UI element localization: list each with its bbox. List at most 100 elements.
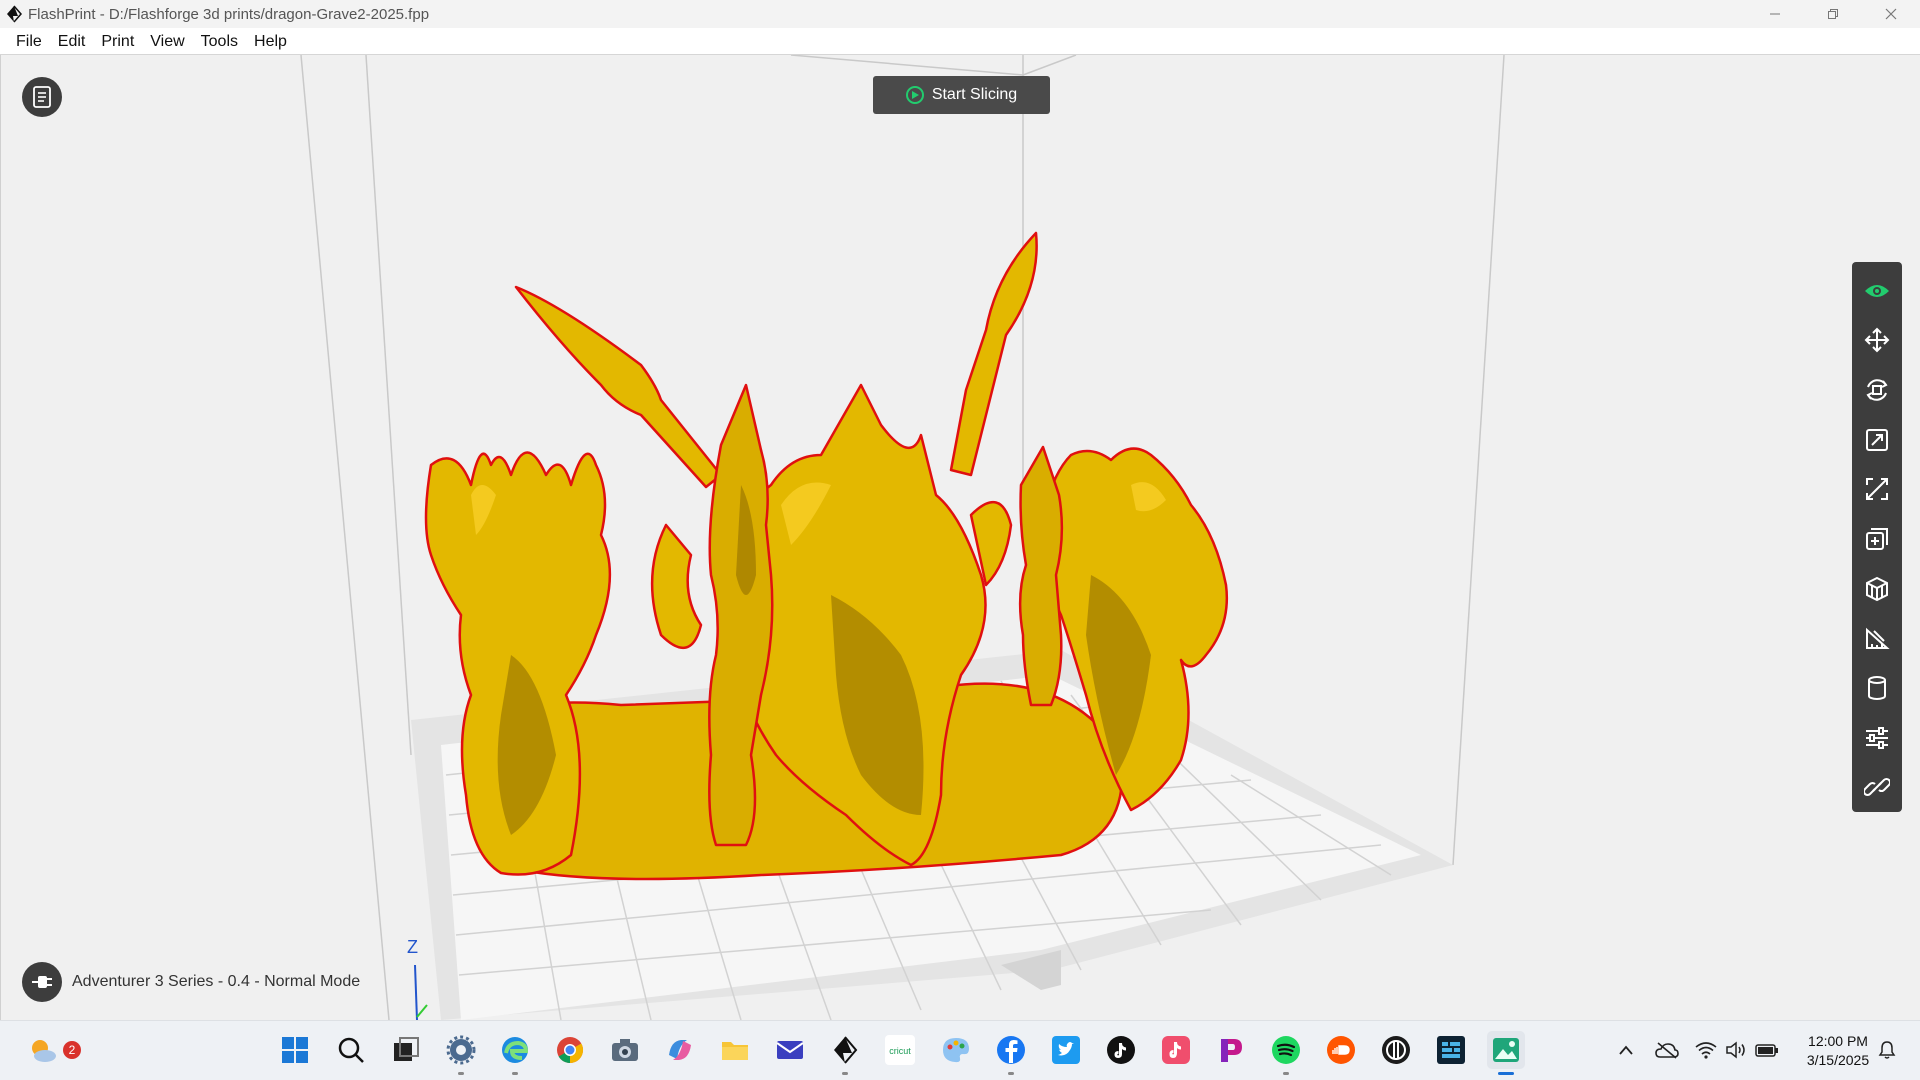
dark-app-icon [1437, 1036, 1465, 1064]
tool-view-button[interactable] [1852, 266, 1902, 316]
taskbar-tiktok[interactable] [1102, 1031, 1140, 1069]
machine-info-label: Adventurer 3 Series - 0.4 - Normal Mode [72, 973, 361, 990]
right-toolbar [1852, 262, 1902, 812]
taskbar-cricut[interactable]: cricut [881, 1031, 919, 1069]
camera-icon [612, 1039, 638, 1061]
taskbar-chrome[interactable] [551, 1031, 589, 1069]
menu-view[interactable]: View [142, 28, 192, 55]
tool-extrude-button[interactable] [1852, 514, 1902, 564]
window-title: FlashPrint - D:/Flashforge 3d prints/dra… [28, 5, 430, 23]
taskbar-edge[interactable] [496, 1031, 534, 1075]
link-icon [1864, 778, 1890, 797]
palette-icon [943, 1038, 969, 1063]
tool-support-button[interactable] [1852, 564, 1902, 614]
facebook-icon [997, 1036, 1025, 1064]
menu-edit[interactable]: Edit [50, 28, 94, 55]
taskbar-start[interactable] [276, 1031, 314, 1069]
taskbar-picsart[interactable] [1212, 1031, 1250, 1069]
eye-icon [1865, 284, 1889, 297]
plug-icon [32, 976, 52, 988]
tool-settings-button[interactable] [1852, 713, 1902, 763]
tray-notifications[interactable] [1872, 1035, 1902, 1065]
weather-icon [32, 1040, 56, 1062]
search-icon [338, 1037, 364, 1063]
taskbar-task-view[interactable] [387, 1031, 425, 1069]
flashprint-icon [834, 1036, 858, 1064]
tool-scale-button[interactable] [1852, 415, 1902, 465]
circle-app-icon [1382, 1036, 1410, 1064]
taskbar: 2 cricut 12:00 PM 3/15/2025 [0, 1020, 1920, 1080]
taskbar-settings[interactable] [442, 1031, 480, 1075]
measure-icon [1866, 628, 1890, 650]
running-indicator [1008, 1072, 1014, 1075]
task-view-icon [394, 1037, 419, 1061]
taskbar-copilot[interactable] [661, 1031, 699, 1069]
taskbar-mail[interactable] [771, 1031, 809, 1069]
taskbar-twitter[interactable] [1047, 1031, 1085, 1069]
tray-overflow-button[interactable] [1612, 1035, 1640, 1065]
restore-button[interactable] [1804, 0, 1862, 28]
tray-wifi[interactable] [1692, 1035, 1720, 1065]
copilot-icon [669, 1040, 691, 1060]
machine-info: Adventurer 3 Series - 0.4 - Normal Mode [22, 962, 360, 1002]
tray-battery[interactable] [1752, 1035, 1782, 1065]
taskbar-file-explorer[interactable] [716, 1031, 754, 1069]
play-icon [905, 86, 924, 104]
taskbar-tiktok-2[interactable] [1157, 1031, 1195, 1069]
soundcloud-icon [1327, 1036, 1355, 1064]
weather-badge: 2 [63, 1041, 81, 1059]
build-volume-scene: Z [300, 55, 1505, 1020]
tray-volume[interactable] [1722, 1035, 1750, 1065]
document-icon [33, 86, 51, 108]
tray-onedrive[interactable] [1652, 1035, 1682, 1065]
cut-icon [1866, 478, 1888, 501]
menu-help[interactable]: Help [246, 28, 295, 55]
rotate-icon [1866, 379, 1888, 401]
taskbar-paint[interactable] [937, 1031, 975, 1069]
tool-rotate-button[interactable] [1852, 365, 1902, 415]
taskbar-photos[interactable] [1487, 1031, 1525, 1075]
cylinder-icon [1868, 675, 1886, 700]
taskbar-soundcloud[interactable] [1322, 1031, 1360, 1069]
photos-icon [1493, 1038, 1519, 1062]
start-slicing-button[interactable]: Start Slicing [873, 76, 1050, 114]
picsart-icon [1221, 1039, 1242, 1062]
axis-z-label: Z [407, 937, 418, 957]
close-button[interactable] [1862, 0, 1920, 28]
menu-print[interactable]: Print [93, 28, 142, 55]
3d-viewport[interactable]: Z Start Slicing Adventurer 3 Series - 0.… [0, 55, 1920, 1020]
weather-widget[interactable]: 2 [23, 1031, 81, 1069]
taskbar-app-circle[interactable] [1377, 1031, 1415, 1069]
taskbar-facebook[interactable] [992, 1031, 1030, 1075]
axis-indicator: Z [407, 937, 428, 1020]
machine-button[interactable] [22, 962, 62, 1002]
tool-link-button[interactable] [1852, 762, 1902, 812]
running-indicator [512, 1072, 518, 1075]
taskbar-spotify[interactable] [1267, 1031, 1305, 1075]
tiktok-icon [1107, 1036, 1135, 1064]
wifi-icon [1695, 1042, 1717, 1059]
taskbar-flashprint[interactable] [826, 1031, 864, 1075]
tool-measure-button[interactable] [1852, 613, 1902, 663]
taskbar-app-dark[interactable] [1432, 1031, 1470, 1069]
running-indicator [1498, 1072, 1514, 1075]
taskbar-search[interactable] [332, 1031, 370, 1069]
notes-button[interactable] [22, 77, 62, 117]
menu-file[interactable]: File [8, 28, 50, 55]
minimize-icon [1770, 13, 1780, 15]
running-indicator [458, 1072, 464, 1075]
running-indicator [1283, 1072, 1289, 1075]
menu-tools[interactable]: Tools [193, 28, 246, 55]
folder-icon [722, 1042, 748, 1060]
title-bar: FlashPrint - D:/Flashforge 3d prints/dra… [0, 0, 1920, 28]
edge-icon [502, 1037, 529, 1063]
taskbar-camera[interactable] [606, 1031, 644, 1069]
tool-move-button[interactable] [1852, 316, 1902, 366]
close-icon [1885, 8, 1897, 20]
menu-bar: File Edit Print View Tools Help [0, 28, 1920, 55]
tool-material-button[interactable] [1852, 663, 1902, 713]
spotify-icon [1272, 1036, 1300, 1064]
tool-cut-button[interactable] [1852, 465, 1902, 515]
windows-icon [282, 1037, 308, 1063]
minimize-button[interactable] [1746, 0, 1804, 28]
